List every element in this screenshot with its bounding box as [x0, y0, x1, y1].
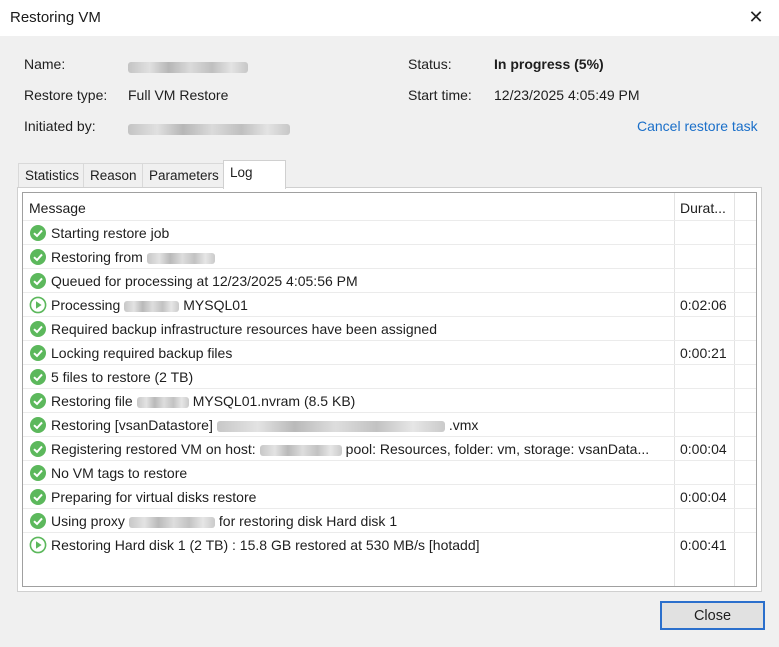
- initiated-by-label: Initiated by:: [24, 118, 96, 134]
- restore-type-label: Restore type:: [24, 87, 108, 103]
- name-label: Name:: [24, 56, 66, 72]
- log-row[interactable]: Queued for processing at 12/23/2025 4:05…: [23, 268, 756, 292]
- log-message: Restoring [vsanDatastore] .vmx: [51, 417, 671, 433]
- log-row[interactable]: Restoring file MYSQL01.nvram (8.5 KB): [23, 388, 756, 412]
- restore-type-value: Full VM Restore: [128, 87, 229, 103]
- log-message-text: MYSQL01: [183, 297, 248, 313]
- log-message-text: Restoring [vsanDatastore]: [51, 417, 213, 433]
- success-icon: [30, 417, 46, 433]
- log-message-text: pool: Resources, folder: vm, storage: vs…: [345, 441, 650, 457]
- initiated-by-value-redacted: [128, 120, 290, 136]
- log-message-text: Locking required backup files: [51, 345, 233, 361]
- log-message: Restoring file MYSQL01.nvram (8.5 KB): [51, 393, 671, 409]
- log-row[interactable]: 5 files to restore (2 TB): [23, 364, 756, 388]
- log-message-text: Using proxy: [51, 513, 125, 529]
- cancel-restore-link[interactable]: Cancel restore task: [637, 118, 758, 134]
- log-message: 5 files to restore (2 TB): [51, 369, 671, 385]
- log-row[interactable]: Restoring from: [23, 244, 756, 268]
- close-icon[interactable]: ✕: [733, 0, 779, 34]
- running-icon: [29, 296, 47, 314]
- tab-reason[interactable]: Reason: [83, 163, 143, 188]
- log-row[interactable]: Preparing for virtual disks restore 0:00:…: [23, 484, 756, 508]
- log-message-text: Queued for processing at 12/23/2025 4:05…: [51, 273, 358, 289]
- log-message: Starting restore job: [51, 225, 671, 241]
- log-duration: 0:00:04: [680, 441, 727, 457]
- log-duration: 0:00:41: [680, 537, 727, 553]
- log-message-text: Starting restore job: [51, 225, 170, 241]
- log-message-text: 5 files to restore (2 TB): [51, 369, 194, 385]
- log-row[interactable]: No VM tags to restore: [23, 460, 756, 484]
- log-message-text: MYSQL01.nvram (8.5 KB): [192, 393, 356, 409]
- log-message: Locking required backup files: [51, 345, 671, 361]
- redacted-text: [124, 300, 180, 312]
- redacted-text: [146, 252, 215, 264]
- success-icon: [30, 321, 46, 337]
- redacted-text: [136, 396, 189, 408]
- log-duration: 0:02:06: [680, 297, 727, 313]
- log-message-text: Restoring from: [51, 249, 143, 265]
- log-message: Queued for processing at 12/23/2025 4:05…: [51, 273, 671, 289]
- log-row[interactable]: Starting restore job: [23, 220, 756, 244]
- success-icon: [30, 489, 46, 505]
- log-message-text: Restoring Hard disk 1 (2 TB) : 15.8 GB r…: [51, 537, 480, 553]
- success-icon: [30, 249, 46, 265]
- success-icon: [30, 273, 46, 289]
- log-row[interactable]: Processing MYSQL01 0:02:06: [23, 292, 756, 316]
- title-bar: Restoring VM ✕: [0, 0, 779, 36]
- log-row[interactable]: Registering restored VM on host: pool: Re…: [23, 436, 756, 460]
- log-message-text: Processing: [51, 297, 121, 313]
- status-value: In progress (5%): [494, 56, 604, 72]
- log-row[interactable]: Using proxy for restoring disk Hard disk …: [23, 508, 756, 532]
- log-message: Restoring Hard disk 1 (2 TB) : 15.8 GB r…: [51, 537, 671, 553]
- start-time-value: 12/23/2025 4:05:49 PM: [494, 87, 640, 103]
- log-message-text: Required backup infrastructure resources…: [51, 321, 438, 337]
- success-icon: [30, 441, 46, 457]
- tab-log[interactable]: Log: [223, 160, 286, 189]
- log-message: Using proxy for restoring disk Hard disk …: [51, 513, 671, 529]
- log-message: Preparing for virtual disks restore: [51, 489, 671, 505]
- tab-parameters[interactable]: Parameters: [142, 163, 224, 188]
- log-row[interactable]: Restoring [vsanDatastore] .vmx: [23, 412, 756, 436]
- log-row[interactable]: Required backup infrastructure resources…: [23, 316, 756, 340]
- success-icon: [30, 465, 46, 481]
- log-message-text: Restoring file: [51, 393, 133, 409]
- close-button[interactable]: Close: [660, 601, 765, 630]
- redacted-text: [216, 420, 445, 432]
- status-label: Status:: [408, 56, 452, 72]
- success-icon: [30, 513, 46, 529]
- log-message: Restoring from: [51, 249, 671, 265]
- log-duration: 0:00:21: [680, 345, 727, 361]
- redacted-text: [259, 444, 342, 456]
- log-message: Processing MYSQL01: [51, 297, 671, 313]
- log-message-text: for restoring disk Hard disk 1: [218, 513, 398, 529]
- log-message-text: No VM tags to restore: [51, 465, 188, 481]
- success-icon: [30, 345, 46, 361]
- log-message-text: Preparing for virtual disks restore: [51, 489, 257, 505]
- success-icon: [30, 225, 46, 241]
- log-row[interactable]: Restoring Hard disk 1 (2 TB) : 15.8 GB r…: [23, 532, 756, 556]
- log-message: Registering restored VM on host: pool: Re…: [51, 441, 671, 457]
- start-time-label: Start time:: [408, 87, 472, 103]
- log-row[interactable]: Locking required backup files 0:00:21: [23, 340, 756, 364]
- column-header-duration[interactable]: Durat...: [680, 193, 726, 220]
- log-message: Required backup infrastructure resources…: [51, 321, 671, 337]
- log-message-text: Registering restored VM on host:: [51, 441, 256, 457]
- log-grid[interactable]: Message Durat... Starting restore job Res…: [22, 192, 757, 587]
- window-title: Restoring VM: [10, 9, 101, 26]
- log-tab-panel: Message Durat... Starting restore job Res…: [17, 187, 762, 592]
- success-icon: [30, 393, 46, 409]
- success-icon: [30, 369, 46, 385]
- redacted-text: [128, 516, 215, 528]
- column-header-message[interactable]: Message: [29, 193, 86, 220]
- name-value-redacted: [128, 58, 248, 74]
- log-message-text: .vmx: [448, 417, 479, 433]
- log-message: No VM tags to restore: [51, 465, 671, 481]
- running-icon: [29, 536, 47, 554]
- log-duration: 0:00:04: [680, 489, 727, 505]
- tab-statistics[interactable]: Statistics: [18, 163, 84, 188]
